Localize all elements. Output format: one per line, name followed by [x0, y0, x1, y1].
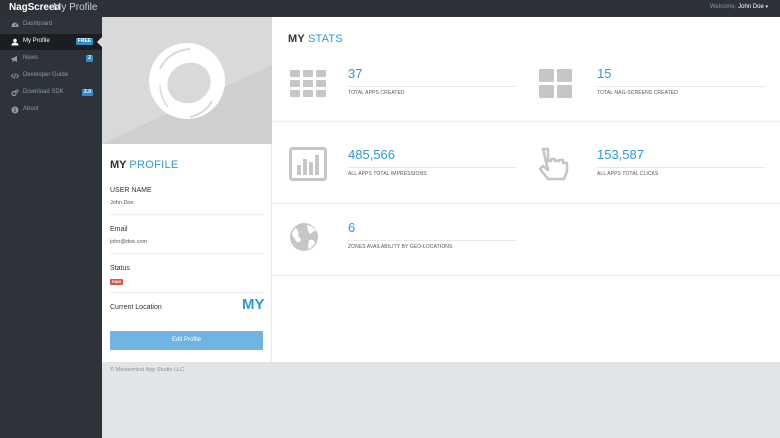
divider — [597, 86, 765, 87]
sidebar-item-my-profile[interactable]: My Profile FREE — [0, 34, 102, 50]
location-label: Current Location — [110, 304, 162, 311]
user-name[interactable]: John Doe — [738, 4, 764, 10]
code-icon — [11, 73, 19, 79]
sidebar-item-about[interactable]: About — [0, 102, 102, 118]
globe-icon — [290, 223, 318, 251]
profile-heading-prefix: MY — [110, 159, 127, 171]
profile-cover — [102, 17, 272, 144]
stat-value: 485,566 — [348, 147, 395, 162]
stats-heading-accent: STATS — [307, 33, 343, 45]
free-badge: FREE — [75, 38, 93, 45]
news-count-badge: 2 — [86, 55, 93, 62]
top-bar: NagScreen My Profile Welcome, John Doe ▾ — [0, 0, 780, 17]
sidebar-item-download-sdk[interactable]: Download SDK 2.0 — [0, 85, 102, 101]
megaphone-icon — [11, 56, 17, 62]
stats-panel: MY STATS 37 TOTAL APPS CREATED 15 TOTAL … — [272, 17, 780, 362]
stat-label: ZONES AVAILABILITY BY GEO-LOCATIONS — [348, 244, 453, 250]
sidebar-item-dashboard[interactable]: Dashboard — [0, 17, 102, 33]
divider — [110, 214, 265, 215]
profile-panel: MY PROFILE USER NAME John Doe Email john… — [102, 17, 272, 362]
sidebar-item-label: Download SDK — [23, 89, 64, 95]
username-label: USER NAME — [110, 187, 152, 194]
status-label: Status — [110, 265, 130, 272]
sidebar-item-label: About — [23, 106, 39, 112]
stats-heading: MY STATS — [288, 33, 343, 45]
sidebar-item-news[interactable]: News 2 — [0, 51, 102, 67]
cogs-icon — [11, 89, 19, 97]
email-value: john@doe.com — [110, 239, 148, 245]
divider — [272, 275, 780, 276]
profile-heading: MY PROFILE — [110, 159, 179, 171]
dashboard-icon — [11, 22, 19, 27]
grid-icon — [290, 70, 326, 97]
stat-value: 37 — [348, 66, 363, 81]
page-title: My Profile — [53, 2, 98, 13]
divider — [597, 167, 765, 168]
stat-value: 6 — [348, 220, 356, 235]
location-value: MY — [242, 296, 265, 313]
tiles-icon — [539, 69, 572, 98]
welcome-text: Welcome, — [709, 4, 737, 10]
edit-profile-button[interactable]: Edit Profile — [110, 331, 263, 350]
username-value: John Doe — [110, 200, 134, 206]
stat-label: ALL APPS TOTAL IMPRESSIONS — [348, 171, 427, 177]
stat-value: 153,587 — [597, 147, 644, 162]
info-icon — [11, 106, 19, 114]
divider — [110, 253, 265, 254]
user-menu[interactable]: Welcome, John Doe ▾ — [710, 4, 768, 10]
copyright-text: © Mastermind App Studio LLC. — [110, 367, 186, 373]
sidebar-item-label: Dashboard — [23, 21, 53, 27]
divider — [348, 167, 516, 168]
bar-chart-icon — [289, 147, 327, 181]
user-icon — [11, 38, 19, 46]
footer: © Mastermind App Studio LLC. — [102, 362, 780, 438]
sidebar: Dashboard My Profile FREE News 2 Develop… — [0, 17, 102, 438]
sdk-version-badge: 2.0 — [82, 89, 93, 96]
stat-label: ALL APPS TOTAL CLICKS — [597, 171, 659, 177]
sidebar-item-label: News — [23, 55, 39, 61]
stat-label: TOTAL APPS CREATED — [348, 90, 405, 96]
hand-pointer-icon — [538, 147, 569, 181]
stats-heading-prefix: MY — [288, 33, 305, 45]
divider — [272, 121, 780, 122]
divider — [272, 203, 780, 204]
profile-heading-accent: PROFILE — [129, 159, 179, 171]
divider — [110, 292, 265, 293]
divider — [348, 240, 516, 241]
sidebar-item-label: Developer Guide — [23, 72, 69, 78]
stat-label: TOTAL NAG-SCREENS CREATED — [597, 90, 678, 96]
stat-value: 15 — [597, 66, 612, 81]
divider — [348, 86, 516, 87]
status-badge: PAID — [110, 279, 124, 285]
sidebar-item-label: My Profile — [23, 38, 50, 44]
avatar — [102, 43, 272, 144]
chevron-down-icon[interactable]: ▾ — [765, 4, 768, 10]
email-label: Email — [110, 226, 128, 233]
sidebar-item-developer-guide[interactable]: Developer Guide — [0, 68, 102, 84]
